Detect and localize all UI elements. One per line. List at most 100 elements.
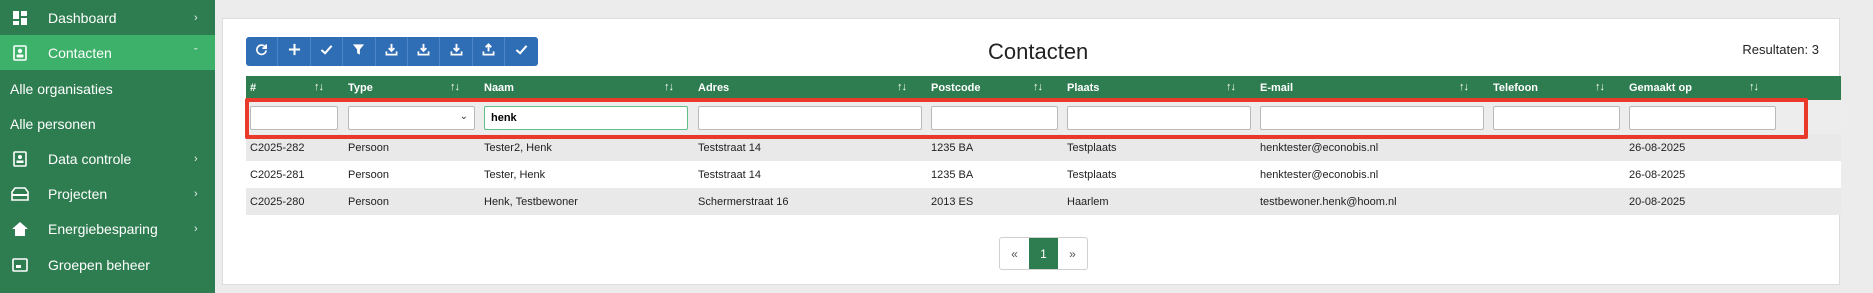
refresh-button[interactable] [246,37,279,66]
sidebar: Dashboard › Contacten ˇ Alle organisatie… [0,0,215,293]
cell-naam: Henk, Testbewoner [484,195,578,208]
cell-email: henktester@econobis.nl [1260,141,1379,154]
table-header: # ↑↓ Type ↑↓ Naam ↑↓ Adres ↑↓ Postcode ↑… [246,76,1841,100]
sidebar-item-dashboard[interactable]: Dashboard › [0,0,215,35]
contacts-panel: Contacten Resultaten: 3 # ↑↓ Type ↑↓ Naa… [222,18,1841,285]
chevron-down-icon: ⌄ [459,111,468,122]
download-icon [385,43,398,61]
sort-arrows-icon[interactable]: ↑↓ [1226,81,1236,93]
column-header-naam[interactable]: Naam [484,76,514,100]
cell-postcode: 2013 ES [931,195,974,208]
pagination-page-button[interactable]: 1 [1029,238,1058,269]
table-row[interactable]: C2025-281 Persoon Tester, Henk Teststraa… [246,161,1841,188]
chevron-right-icon: › [194,187,198,200]
filter-gemaakt-op-input[interactable] [1629,106,1776,130]
column-header-adres[interactable]: Adres [698,76,729,100]
sort-arrows-icon[interactable]: ↑↓ [1749,81,1759,93]
plus-icon [288,43,301,61]
sort-arrows-icon[interactable]: ↑↓ [450,81,460,93]
column-header-gemaakt-op[interactable]: Gemaakt op [1629,76,1692,100]
sidebar-item-label: Data controle [48,150,132,167]
sidebar-item-label: Alle organisaties [10,80,113,97]
sort-arrows-icon[interactable]: ↑↓ [1595,81,1605,93]
download-button[interactable] [408,37,441,66]
sort-arrows-icon[interactable]: ↑↓ [897,81,907,93]
cell-adres: Schermerstraat 16 [698,195,789,208]
cell-type: Persoon [348,168,389,181]
download-button[interactable] [440,37,473,66]
column-header-email[interactable]: E-mail [1260,76,1293,100]
cell-number: C2025-282 [250,141,305,154]
select-button[interactable] [311,37,344,66]
filter-postcode-input[interactable] [931,106,1058,130]
cell-plaats: Haarlem [1067,195,1109,208]
cell-plaats: Testplaats [1067,141,1117,154]
column-header-plaats[interactable]: Plaats [1067,76,1099,100]
filter-row: ⌄ [246,100,1841,134]
table-row[interactable]: C2025-282 Persoon Tester2, Henk Teststra… [246,134,1841,161]
sort-arrows-icon[interactable]: ↑↓ [314,81,324,93]
column-header-telefoon[interactable]: Telefoon [1493,76,1538,100]
cell-type: Persoon [348,195,389,208]
results-count: Resultaten: 3 [1742,42,1819,57]
filter-telefoon-input[interactable] [1493,106,1620,130]
filter-icon [352,43,365,61]
download-icon [450,43,463,61]
dashboard-icon [11,9,29,27]
cell-adres: Teststraat 14 [698,141,761,154]
cell-number: C2025-281 [250,168,305,181]
chevron-right-icon: › [194,222,198,235]
download-button[interactable] [376,37,408,66]
upload-icon [482,42,495,61]
sidebar-item-label: Projecten [48,185,108,202]
chevron-right-icon: › [194,152,198,165]
filter-button[interactable] [343,37,376,66]
cell-type: Persoon [348,141,389,154]
sort-arrows-icon[interactable]: ↑↓ [664,81,674,93]
filter-naam-input[interactable] [484,106,688,130]
cell-number: C2025-280 [250,195,305,208]
refresh-icon [255,43,268,61]
chevron-right-icon: › [194,11,198,24]
toolbar [246,37,538,66]
contacts-icon [11,44,29,62]
cell-email: testbewoner.henk@hoom.nl [1260,195,1397,208]
sidebar-item-energiebesparing[interactable]: Energiebesparing › [0,211,215,246]
filter-plaats-input[interactable] [1067,106,1251,130]
filter-adres-input[interactable] [698,106,922,130]
add-button[interactable] [278,37,311,66]
cell-postcode: 1235 BA [931,141,974,154]
sidebar-item-label: Groepen beheer [48,256,150,273]
upload-button[interactable] [473,37,506,66]
page-title: Contacten [988,39,1089,64]
sidebar-item-projecten[interactable]: Projecten › [0,176,215,211]
pagination-next-button[interactable]: » [1058,238,1087,269]
sort-arrows-icon[interactable]: ↑↓ [1459,81,1469,93]
sidebar-item-data-controle[interactable]: Data controle › [0,141,215,176]
sidebar-item-groepen-beheer[interactable]: Groepen beheer [0,247,215,282]
column-header-number[interactable]: # [250,76,256,100]
filter-email-input[interactable] [1260,106,1484,130]
sidebar-item-contacten[interactable]: Contacten ˇ [0,35,215,70]
cell-naam: Tester, Henk [484,168,546,181]
pagination-prev-button[interactable]: « [1000,238,1029,269]
table-row[interactable]: C2025-280 Persoon Henk, Testbewoner Sche… [246,188,1841,215]
column-header-postcode[interactable]: Postcode [931,76,981,100]
cell-postcode: 1235 BA [931,168,974,181]
check-icon [515,43,528,61]
home-icon [11,220,29,238]
confirm-button[interactable] [505,37,537,66]
pagination: « 1 » [999,237,1088,270]
sidebar-item-label: Energiebesparing [48,220,158,237]
data-control-icon [11,150,29,168]
filter-number-input[interactable] [250,106,338,130]
cell-plaats: Testplaats [1067,168,1117,181]
sort-arrows-icon[interactable]: ↑↓ [1033,81,1043,93]
cell-naam: Tester2, Henk [484,141,552,154]
cell-gemaakt-op: 20-08-2025 [1629,195,1686,208]
sidebar-item-label: Contacten [48,44,112,61]
filter-type-select[interactable]: ⌄ [348,106,475,130]
sidebar-subitem-alle-organisaties[interactable]: Alle organisaties [0,71,215,106]
column-header-type[interactable]: Type [348,76,373,100]
sidebar-subitem-alle-personen[interactable]: Alle personen [0,106,215,141]
